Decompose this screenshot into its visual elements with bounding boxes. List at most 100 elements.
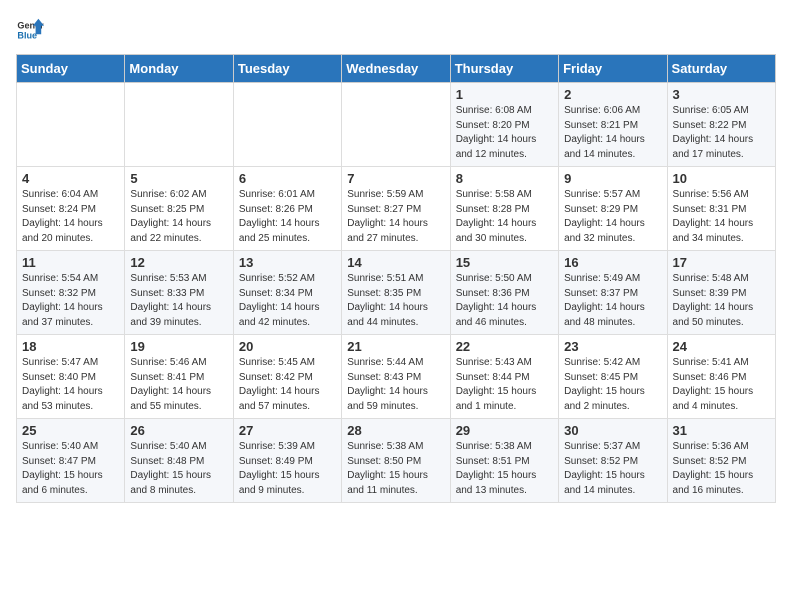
day-number: 4 bbox=[22, 171, 119, 186]
day-info: Sunrise: 5:50 AM Sunset: 8:36 PM Dayligh… bbox=[456, 272, 553, 330]
calendar-cell: 6 Sunrise: 6:01 AM Sunset: 8:26 PM Daylig… bbox=[233, 167, 341, 251]
day-info: Sunrise: 5:40 AM Sunset: 8:48 PM Dayligh… bbox=[130, 440, 227, 498]
calendar-cell bbox=[342, 83, 450, 167]
day-info: Sunrise: 5:59 AM Sunset: 8:27 PM Dayligh… bbox=[347, 188, 444, 246]
day-number: 25 bbox=[22, 423, 119, 438]
day-info: Sunrise: 5:38 AM Sunset: 8:51 PM Dayligh… bbox=[456, 440, 553, 498]
day-number: 19 bbox=[130, 339, 227, 354]
calendar-cell: 3 Sunrise: 6:05 AM Sunset: 8:22 PM Daylig… bbox=[667, 83, 775, 167]
day-number: 14 bbox=[347, 255, 444, 270]
calendar-week-row: 1 Sunrise: 6:08 AM Sunset: 8:20 PM Daylig… bbox=[17, 83, 776, 167]
calendar-cell: 17 Sunrise: 5:48 AM Sunset: 8:39 PM Dayli… bbox=[667, 251, 775, 335]
calendar-cell: 15 Sunrise: 5:50 AM Sunset: 8:36 PM Dayli… bbox=[450, 251, 558, 335]
calendar-cell: 26 Sunrise: 5:40 AM Sunset: 8:48 PM Dayli… bbox=[125, 419, 233, 503]
day-info: Sunrise: 5:48 AM Sunset: 8:39 PM Dayligh… bbox=[673, 272, 770, 330]
day-info: Sunrise: 5:45 AM Sunset: 8:42 PM Dayligh… bbox=[239, 356, 336, 414]
day-number: 20 bbox=[239, 339, 336, 354]
day-number: 8 bbox=[456, 171, 553, 186]
day-info: Sunrise: 5:44 AM Sunset: 8:43 PM Dayligh… bbox=[347, 356, 444, 414]
calendar-cell: 5Sunrise: 6:02 AM Sunset: 8:25 PM Daylig… bbox=[125, 167, 233, 251]
day-info: Sunrise: 6:04 AM Sunset: 8:24 PM Dayligh… bbox=[22, 188, 119, 246]
calendar-cell: 31Sunrise: 5:36 AM Sunset: 8:52 PM Dayli… bbox=[667, 419, 775, 503]
weekday-header-row: SundayMondayTuesdayWednesdayThursdayFrid… bbox=[17, 55, 776, 83]
day-number: 13 bbox=[239, 255, 336, 270]
logo: General Blue bbox=[16, 16, 44, 44]
calendar-cell: 22Sunrise: 5:43 AM Sunset: 8:44 PM Dayli… bbox=[450, 335, 558, 419]
weekday-header-sunday: Sunday bbox=[17, 55, 125, 83]
day-number: 27 bbox=[239, 423, 336, 438]
calendar-cell bbox=[125, 83, 233, 167]
day-number: 24 bbox=[673, 339, 770, 354]
weekday-header-friday: Friday bbox=[559, 55, 667, 83]
weekday-header-tuesday: Tuesday bbox=[233, 55, 341, 83]
calendar-cell: 7 Sunrise: 5:59 AM Sunset: 8:27 PM Daylig… bbox=[342, 167, 450, 251]
day-info: Sunrise: 5:39 AM Sunset: 8:49 PM Dayligh… bbox=[239, 440, 336, 498]
day-info: Sunrise: 6:05 AM Sunset: 8:22 PM Dayligh… bbox=[673, 104, 770, 162]
day-number: 17 bbox=[673, 255, 770, 270]
calendar-cell: 1 Sunrise: 6:08 AM Sunset: 8:20 PM Daylig… bbox=[450, 83, 558, 167]
day-info: Sunrise: 5:56 AM Sunset: 8:31 PM Dayligh… bbox=[673, 188, 770, 246]
calendar-week-row: 18 Sunrise: 5:47 AM Sunset: 8:40 PM Dayli… bbox=[17, 335, 776, 419]
day-info: Sunrise: 6:02 AM Sunset: 8:25 PM Dayligh… bbox=[130, 188, 227, 246]
calendar-week-row: 25 Sunrise: 5:40 AM Sunset: 8:47 PM Dayli… bbox=[17, 419, 776, 503]
day-info: Sunrise: 5:37 AM Sunset: 8:52 PM Dayligh… bbox=[564, 440, 661, 498]
day-number: 26 bbox=[130, 423, 227, 438]
day-info: Sunrise: 5:42 AM Sunset: 8:45 PM Dayligh… bbox=[564, 356, 661, 414]
day-info: Sunrise: 5:38 AM Sunset: 8:50 PM Dayligh… bbox=[347, 440, 444, 498]
day-info: Sunrise: 5:51 AM Sunset: 8:35 PM Dayligh… bbox=[347, 272, 444, 330]
weekday-header-wednesday: Wednesday bbox=[342, 55, 450, 83]
calendar-cell: 12Sunrise: 5:53 AM Sunset: 8:33 PM Dayli… bbox=[125, 251, 233, 335]
day-info: Sunrise: 5:49 AM Sunset: 8:37 PM Dayligh… bbox=[564, 272, 661, 330]
day-number: 9 bbox=[564, 171, 661, 186]
page-header: General Blue bbox=[16, 16, 776, 44]
weekday-header-thursday: Thursday bbox=[450, 55, 558, 83]
calendar-week-row: 11Sunrise: 5:54 AM Sunset: 8:32 PM Dayli… bbox=[17, 251, 776, 335]
calendar-cell: 25 Sunrise: 5:40 AM Sunset: 8:47 PM Dayli… bbox=[17, 419, 125, 503]
calendar-cell: 28Sunrise: 5:38 AM Sunset: 8:50 PM Dayli… bbox=[342, 419, 450, 503]
day-number: 6 bbox=[239, 171, 336, 186]
day-number: 15 bbox=[456, 255, 553, 270]
calendar-cell: 19 Sunrise: 5:46 AM Sunset: 8:41 PM Dayli… bbox=[125, 335, 233, 419]
logo-icon: General Blue bbox=[16, 16, 44, 44]
calendar-cell: 20 Sunrise: 5:45 AM Sunset: 8:42 PM Dayli… bbox=[233, 335, 341, 419]
day-number: 3 bbox=[673, 87, 770, 102]
day-number: 11 bbox=[22, 255, 119, 270]
day-info: Sunrise: 6:08 AM Sunset: 8:20 PM Dayligh… bbox=[456, 104, 553, 162]
day-info: Sunrise: 5:58 AM Sunset: 8:28 PM Dayligh… bbox=[456, 188, 553, 246]
calendar-cell: 9 Sunrise: 5:57 AM Sunset: 8:29 PM Daylig… bbox=[559, 167, 667, 251]
day-info: Sunrise: 5:36 AM Sunset: 8:52 PM Dayligh… bbox=[673, 440, 770, 498]
day-info: Sunrise: 5:53 AM Sunset: 8:33 PM Dayligh… bbox=[130, 272, 227, 330]
day-number: 18 bbox=[22, 339, 119, 354]
calendar-cell: 4 Sunrise: 6:04 AM Sunset: 8:24 PM Daylig… bbox=[17, 167, 125, 251]
weekday-header-saturday: Saturday bbox=[667, 55, 775, 83]
day-number: 29 bbox=[456, 423, 553, 438]
day-info: Sunrise: 5:57 AM Sunset: 8:29 PM Dayligh… bbox=[564, 188, 661, 246]
calendar-cell: 30 Sunrise: 5:37 AM Sunset: 8:52 PM Dayli… bbox=[559, 419, 667, 503]
day-info: Sunrise: 5:46 AM Sunset: 8:41 PM Dayligh… bbox=[130, 356, 227, 414]
day-number: 23 bbox=[564, 339, 661, 354]
day-info: Sunrise: 5:40 AM Sunset: 8:47 PM Dayligh… bbox=[22, 440, 119, 498]
calendar-cell: 24Sunrise: 5:41 AM Sunset: 8:46 PM Dayli… bbox=[667, 335, 775, 419]
day-number: 7 bbox=[347, 171, 444, 186]
calendar-cell: 10 Sunrise: 5:56 AM Sunset: 8:31 PM Dayli… bbox=[667, 167, 775, 251]
calendar-cell: 14 Sunrise: 5:51 AM Sunset: 8:35 PM Dayli… bbox=[342, 251, 450, 335]
day-number: 10 bbox=[673, 171, 770, 186]
day-info: Sunrise: 6:01 AM Sunset: 8:26 PM Dayligh… bbox=[239, 188, 336, 246]
calendar-cell: 18 Sunrise: 5:47 AM Sunset: 8:40 PM Dayli… bbox=[17, 335, 125, 419]
weekday-header-monday: Monday bbox=[125, 55, 233, 83]
calendar-cell: 11Sunrise: 5:54 AM Sunset: 8:32 PM Dayli… bbox=[17, 251, 125, 335]
day-number: 16 bbox=[564, 255, 661, 270]
calendar-cell bbox=[17, 83, 125, 167]
calendar-cell: 27 Sunrise: 5:39 AM Sunset: 8:49 PM Dayli… bbox=[233, 419, 341, 503]
day-number: 21 bbox=[347, 339, 444, 354]
day-number: 1 bbox=[456, 87, 553, 102]
day-info: Sunrise: 5:52 AM Sunset: 8:34 PM Dayligh… bbox=[239, 272, 336, 330]
day-number: 30 bbox=[564, 423, 661, 438]
calendar-cell: 21 Sunrise: 5:44 AM Sunset: 8:43 PM Dayli… bbox=[342, 335, 450, 419]
calendar-cell: 8 Sunrise: 5:58 AM Sunset: 8:28 PM Daylig… bbox=[450, 167, 558, 251]
svg-text:Blue: Blue bbox=[17, 30, 37, 40]
calendar-cell bbox=[233, 83, 341, 167]
day-info: Sunrise: 5:47 AM Sunset: 8:40 PM Dayligh… bbox=[22, 356, 119, 414]
calendar-cell: 23 Sunrise: 5:42 AM Sunset: 8:45 PM Dayli… bbox=[559, 335, 667, 419]
calendar-cell: 13 Sunrise: 5:52 AM Sunset: 8:34 PM Dayli… bbox=[233, 251, 341, 335]
